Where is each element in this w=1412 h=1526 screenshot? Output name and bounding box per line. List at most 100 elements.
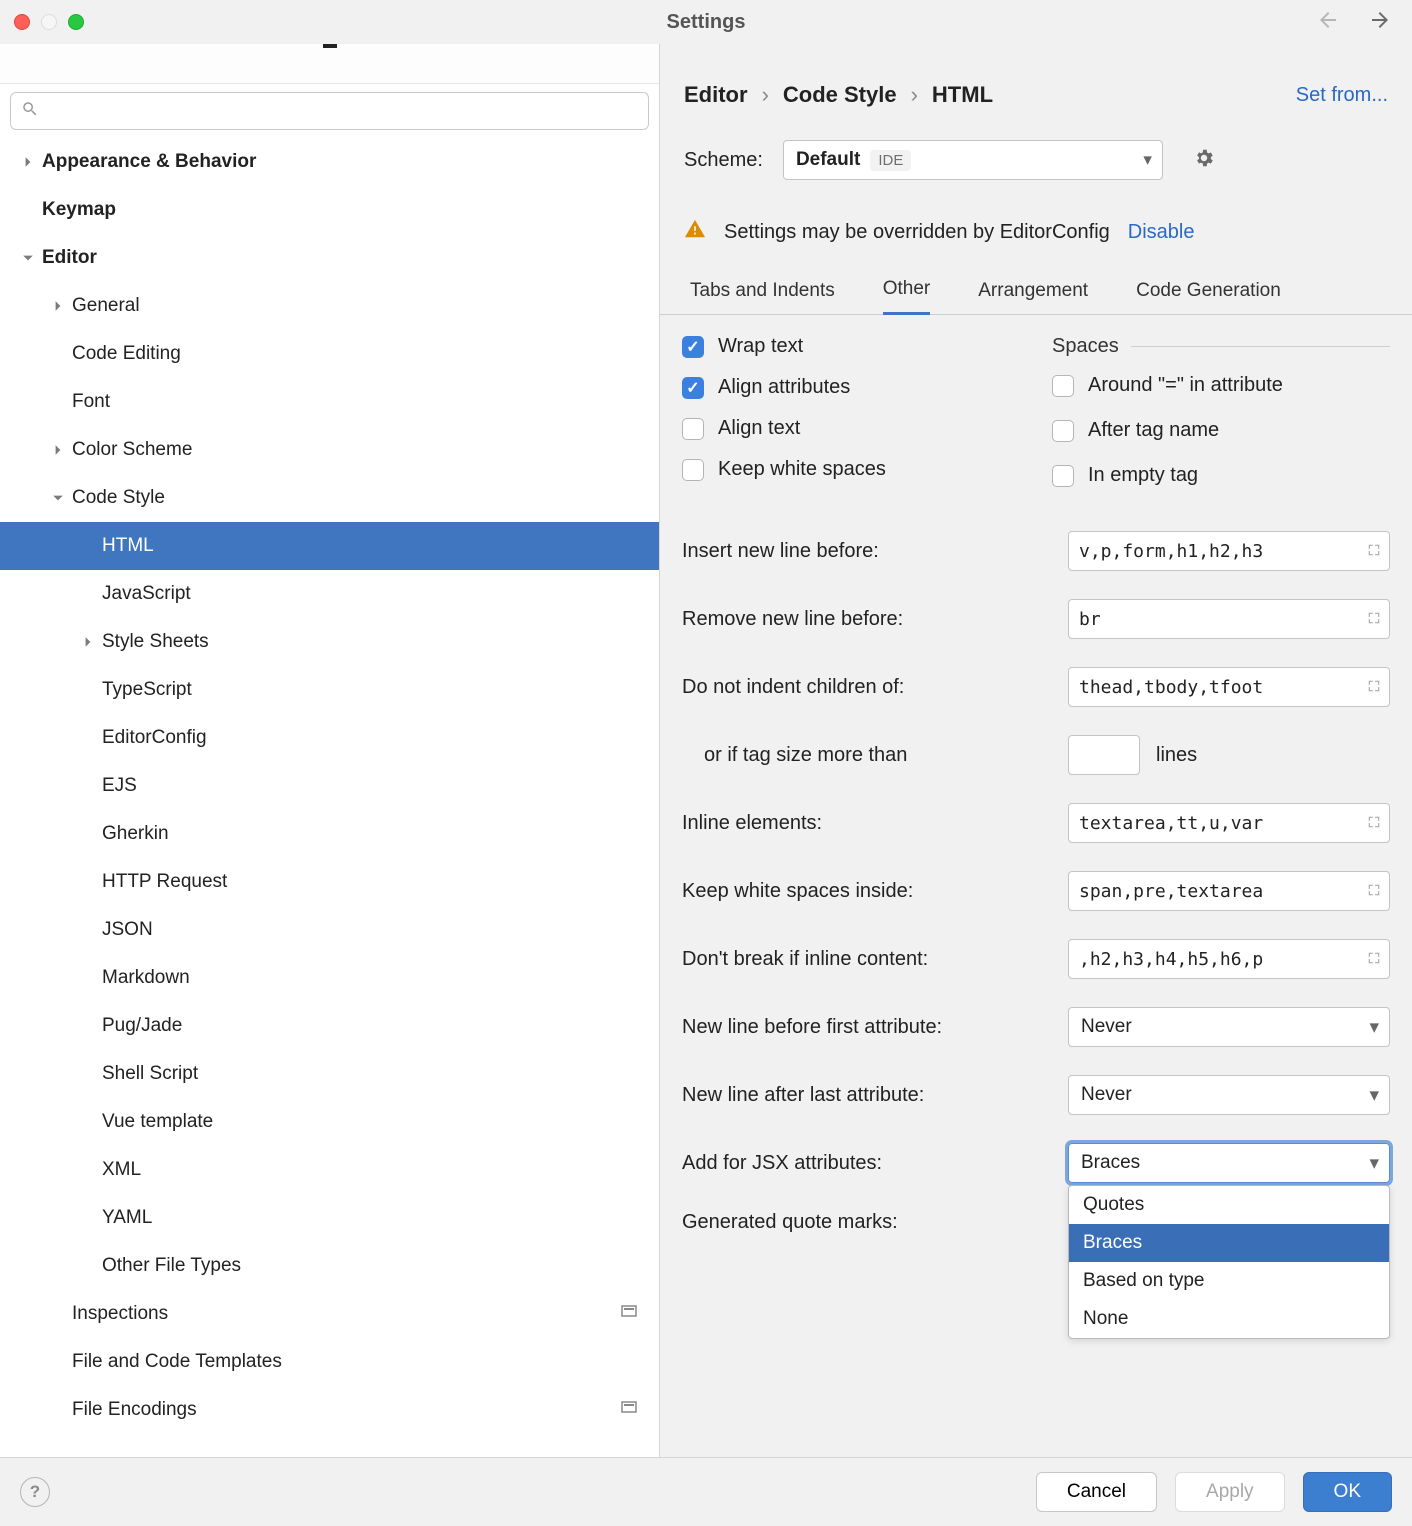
tree-item[interactable]: Shell Script xyxy=(0,1050,659,1098)
checkbox-row[interactable]: After tag name xyxy=(1052,419,1390,442)
gear-icon[interactable] xyxy=(1193,147,1215,174)
expand-icon[interactable] xyxy=(1367,609,1381,630)
tree-item[interactable]: Editor xyxy=(0,234,659,282)
jsx-attr-dropdown[interactable]: QuotesBracesBased on typeNone xyxy=(1068,1185,1390,1339)
tab[interactable]: Arrangement xyxy=(978,280,1088,314)
chevron-right-icon[interactable] xyxy=(80,636,96,648)
tree-item[interactable]: Appearance & Behavior xyxy=(0,138,659,186)
tab[interactable]: Other xyxy=(883,278,931,315)
label: lines xyxy=(1156,744,1197,767)
expand-icon[interactable] xyxy=(1367,813,1381,834)
tree-item[interactable]: Style Sheets xyxy=(0,618,659,666)
checkbox[interactable] xyxy=(682,377,704,399)
chevron-down-icon: ▾ xyxy=(1369,1152,1379,1175)
tree-item[interactable]: EJS xyxy=(0,762,659,810)
tree-item[interactable]: File and Code Templates xyxy=(0,1338,659,1386)
dropdown-option[interactable]: Quotes xyxy=(1069,1186,1389,1224)
chevron-right-icon[interactable] xyxy=(50,300,66,312)
tree-item[interactable]: HTML xyxy=(0,522,659,570)
window-title: Settings xyxy=(0,11,1412,34)
tree-label: JSON xyxy=(102,919,153,941)
tree-item[interactable]: Inspections xyxy=(0,1290,659,1338)
expand-icon[interactable] xyxy=(1367,881,1381,902)
remove-before-input[interactable]: br xyxy=(1068,599,1390,639)
no-indent-input[interactable]: thead,tbody,tfoot xyxy=(1068,667,1390,707)
label: or if tag size more than xyxy=(682,744,1052,767)
tree-item[interactable]: Keymap xyxy=(0,186,659,234)
checkbox[interactable] xyxy=(1052,375,1074,397)
tree-label: Pug/Jade xyxy=(102,1015,182,1037)
sidebar-drag-strip xyxy=(0,44,659,84)
tree-item[interactable]: Vue template xyxy=(0,1098,659,1146)
tree-item[interactable]: XML xyxy=(0,1146,659,1194)
tag-size-input[interactable] xyxy=(1068,735,1140,775)
checkbox-row[interactable]: Align text xyxy=(682,417,1012,440)
checkbox[interactable] xyxy=(682,459,704,481)
chevron-right-icon[interactable] xyxy=(50,444,66,456)
forward-icon[interactable] xyxy=(1368,8,1392,37)
tab[interactable]: Tabs and Indents xyxy=(690,280,835,314)
tree-label: Style Sheets xyxy=(102,631,209,653)
tree-item[interactable]: TypeScript xyxy=(0,666,659,714)
tab[interactable]: Code Generation xyxy=(1136,280,1281,314)
checkbox[interactable] xyxy=(682,336,704,358)
tree[interactable]: Appearance & Behavior Keymap EditorGeneral… xyxy=(0,138,659,1457)
checkbox[interactable] xyxy=(1052,420,1074,442)
expand-icon[interactable] xyxy=(1367,949,1381,970)
tree-label: TypeScript xyxy=(102,679,192,701)
scheme-select[interactable]: Default IDE ▾ xyxy=(783,140,1163,180)
set-from-link[interactable]: Set from... xyxy=(1296,84,1388,107)
checkbox-label: Align attributes xyxy=(718,376,850,399)
tree-item[interactable]: Code Style xyxy=(0,474,659,522)
tree-item[interactable]: Markdown xyxy=(0,954,659,1002)
tree-item[interactable]: Gherkin xyxy=(0,810,659,858)
inline-input[interactable]: textarea,tt,u,var xyxy=(1068,803,1390,843)
expand-icon[interactable] xyxy=(1367,677,1381,698)
dropdown-option[interactable]: None xyxy=(1069,1300,1389,1338)
tree-item[interactable]: JSON xyxy=(0,906,659,954)
expand-icon[interactable] xyxy=(1367,541,1381,562)
cancel-button[interactable]: Cancel xyxy=(1036,1472,1157,1512)
dropdown-option[interactable]: Based on type xyxy=(1069,1262,1389,1300)
disable-link[interactable]: Disable xyxy=(1128,221,1195,244)
insert-before-input[interactable]: v,p,form,h1,h2,h3 xyxy=(1068,531,1390,571)
tree-item[interactable]: Pug/Jade xyxy=(0,1002,659,1050)
dropdown-option[interactable]: Braces xyxy=(1069,1224,1389,1262)
chevron-down-icon[interactable] xyxy=(20,252,36,264)
checkbox-row[interactable]: Wrap text xyxy=(682,335,1012,358)
checkbox-row[interactable]: Align attributes xyxy=(682,376,1012,399)
nl-after-select[interactable]: Never▾ xyxy=(1068,1075,1390,1115)
nl-before-select[interactable]: Never▾ xyxy=(1068,1007,1390,1047)
back-icon[interactable] xyxy=(1316,8,1340,37)
tree-label: EditorConfig xyxy=(102,727,207,749)
tree-item[interactable]: HTTP Request xyxy=(0,858,659,906)
chevron-down-icon[interactable] xyxy=(50,492,66,504)
tree-item[interactable]: Other File Types xyxy=(0,1242,659,1290)
warning-icon xyxy=(684,218,706,246)
checkbox-row[interactable]: Keep white spaces xyxy=(682,458,1012,481)
ok-button[interactable]: OK xyxy=(1303,1472,1392,1512)
tree-item[interactable]: General xyxy=(0,282,659,330)
help-icon[interactable]: ? xyxy=(20,1477,50,1507)
label: Generated quote marks: xyxy=(682,1211,1052,1234)
checkbox-row[interactable]: Around "=" in attribute xyxy=(1052,374,1390,397)
tree-item[interactable]: Color Scheme xyxy=(0,426,659,474)
tree-item[interactable]: YAML xyxy=(0,1194,659,1242)
tree-item[interactable]: File Encodings xyxy=(0,1386,659,1434)
tree-item[interactable]: Code Editing xyxy=(0,330,659,378)
checkbox[interactable] xyxy=(1052,465,1074,487)
tree-label: Inspections xyxy=(72,1303,168,1325)
keep-ws-input[interactable]: span,pre,textarea xyxy=(1068,871,1390,911)
tree-label: Keymap xyxy=(42,199,116,221)
checkbox[interactable] xyxy=(682,418,704,440)
jsx-attr-select[interactable]: Braces▾ xyxy=(1068,1143,1390,1183)
chevron-right-icon[interactable] xyxy=(20,156,36,168)
tree-item[interactable]: EditorConfig xyxy=(0,714,659,762)
tree-label: Color Scheme xyxy=(72,439,192,461)
tree-item[interactable]: JavaScript xyxy=(0,570,659,618)
search-input[interactable] xyxy=(10,92,649,130)
tree-item[interactable]: Font xyxy=(0,378,659,426)
checkbox-row[interactable]: In empty tag xyxy=(1052,464,1390,487)
dont-break-input[interactable]: ,h2,h3,h4,h5,h6,p xyxy=(1068,939,1390,979)
breadcrumb: Editor› Code Style› HTML xyxy=(684,82,993,108)
